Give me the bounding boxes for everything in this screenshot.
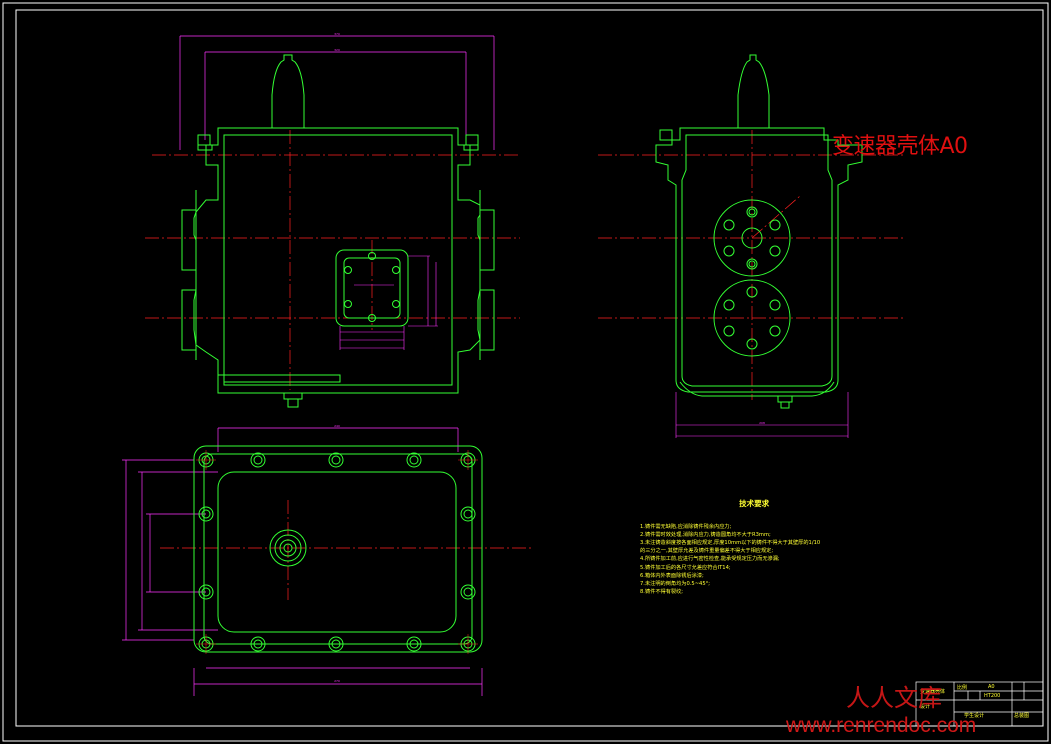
tech-requirement-item: 2.铸件需时效处理,消除内应力,铸造圆角均不大于R3mm; bbox=[640, 532, 771, 539]
tech-requirement-item: 7.未注明的倒角均为0.5~45°; bbox=[640, 580, 710, 587]
tech-requirement-item: 1.铸件需无缺陷,应消除铸件残余内应力; bbox=[640, 524, 732, 531]
drawing-title: 变速器壳体A0 bbox=[832, 134, 968, 159]
svg-text:320: 320 bbox=[334, 48, 340, 52]
watermark-chinese: 人人文库 bbox=[846, 684, 942, 712]
svg-text:208: 208 bbox=[759, 421, 765, 425]
tech-requirement-item: 8.铸件不得有裂纹; bbox=[640, 588, 684, 595]
sheet-inner-border bbox=[15, 9, 1044, 727]
tech-requirement-item: 5.铸件加工后的各尺寸允差应符合IT14; bbox=[640, 564, 731, 571]
svg-text:370: 370 bbox=[334, 32, 340, 36]
scale-label: 比例 bbox=[957, 685, 968, 691]
svg-text:240: 240 bbox=[334, 424, 340, 428]
tech-requirement-item: 的三分之一,其壁厚允差及铸件重量偏差不得大于相应规定; bbox=[640, 548, 774, 555]
watermark-url: www.renrendoc.com bbox=[786, 714, 977, 737]
drawing-number: 总装图 bbox=[1014, 713, 1030, 719]
cad-drawing: 370 320 208 240 270 bbox=[2, 2, 1049, 742]
technical-requirements: 技术要求 1.铸件需无缺陷,应消除铸件残余内应力; 2.铸件需时效处理,消除内应… bbox=[640, 499, 821, 596]
side-view: 208 bbox=[598, 54, 905, 438]
svg-text:270: 270 bbox=[334, 679, 340, 683]
tech-requirement-item: 6.箱体内外表面除锈后涂漆; bbox=[640, 572, 704, 579]
tech-requirement-item: 3.未注铸造斜度按各面相应规定,厚度10mm以下的铸件不得大于其壁厚的1/10 bbox=[640, 540, 821, 547]
material: HT200 bbox=[984, 693, 1001, 699]
scale-value: A0 bbox=[988, 684, 995, 690]
tech-requirement-item: 4.所铸件加工前,应进行气密性检查,能承受规定压力而无渗漏; bbox=[640, 556, 780, 563]
top-view: 240 270 bbox=[122, 424, 532, 696]
tech-requirements-heading: 技术要求 bbox=[739, 499, 770, 508]
front-view: 370 320 bbox=[145, 32, 520, 408]
